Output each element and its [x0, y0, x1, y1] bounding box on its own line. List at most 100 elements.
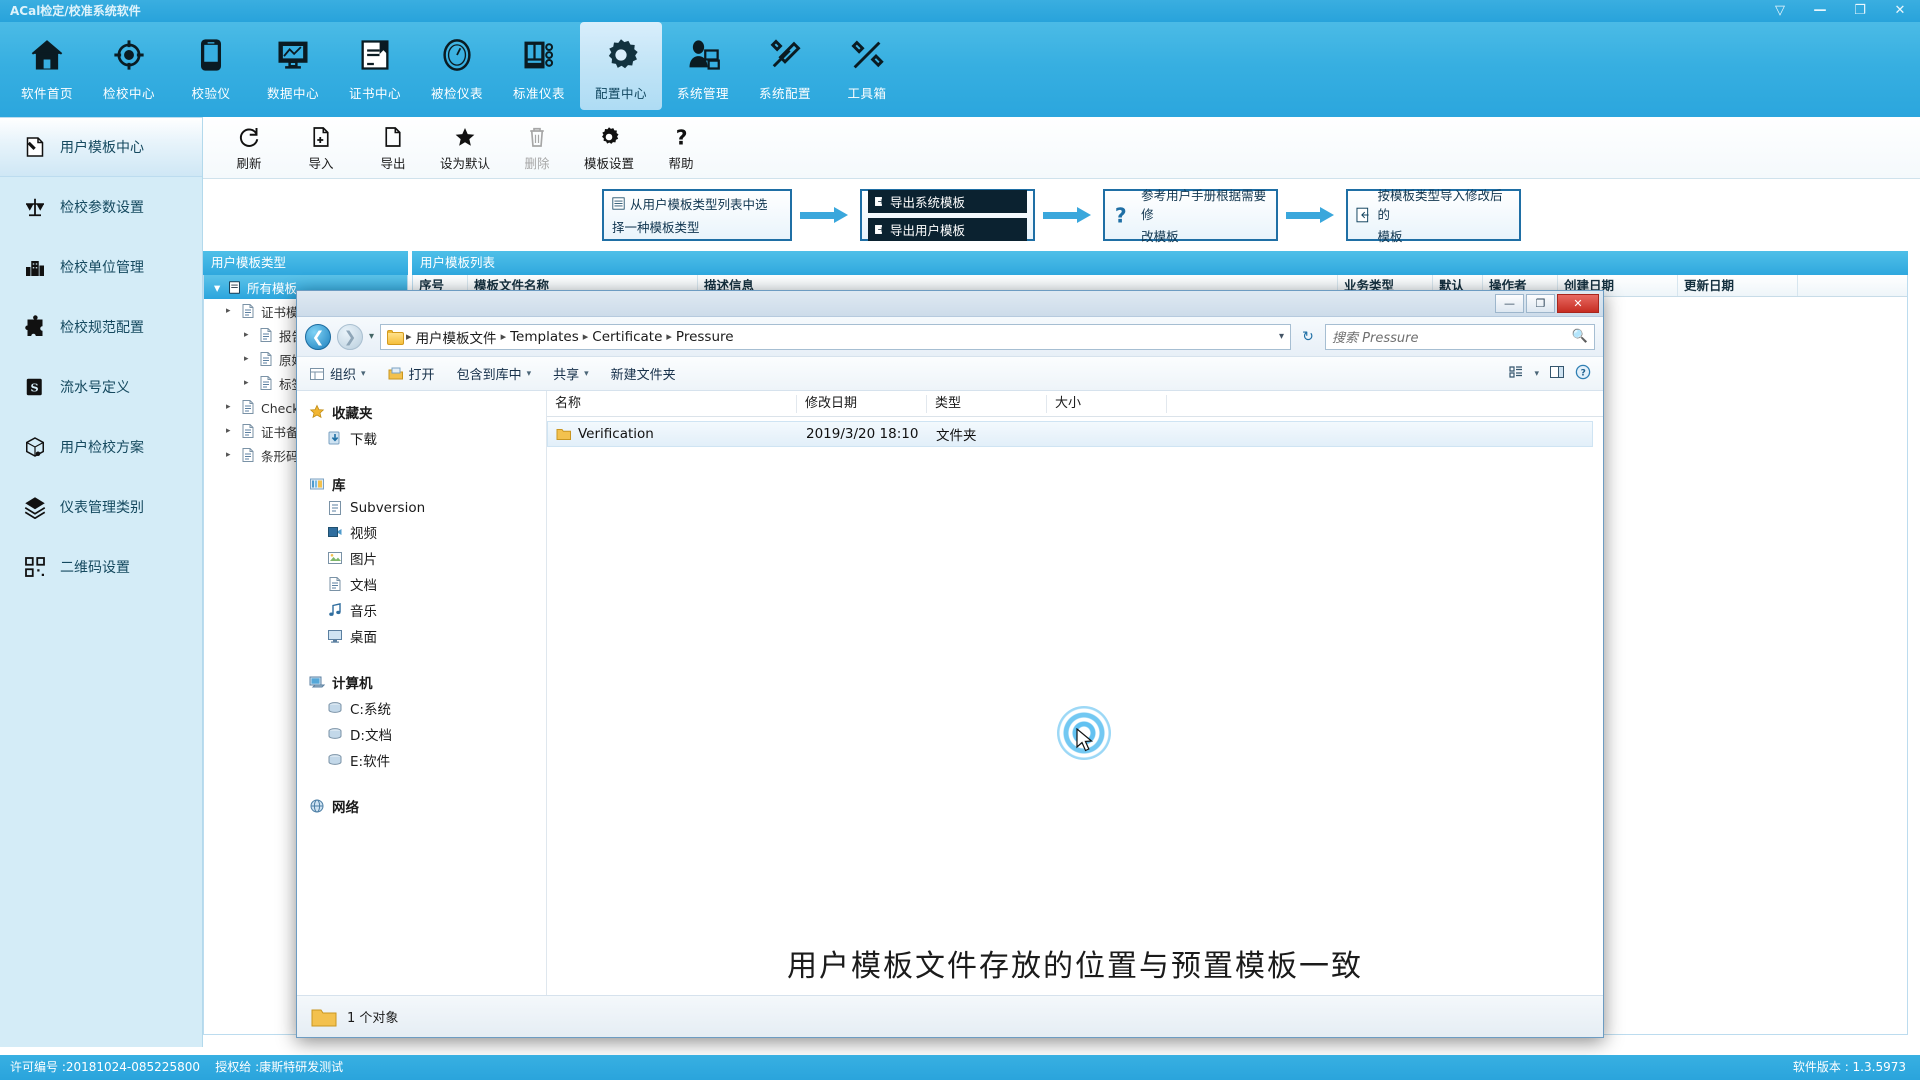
breadcrumb-item-2[interactable]: Certificate	[592, 329, 662, 345]
ribbon-item-9-label: 系统配置	[758, 86, 811, 101]
refresh-icon[interactable]: ↻	[1297, 326, 1319, 348]
breadcrumb[interactable]: ▸ 用户模板文件 ▸ Templates ▸ Certificate ▸ Pressure ▾	[380, 323, 1291, 350]
view-chevron-down-icon[interactable]: ▾	[1534, 369, 1539, 379]
explorer-nav-item-10[interactable]: C:系统	[297, 695, 546, 721]
ribbon-item-0-label: 软件首页	[20, 86, 73, 101]
ribbon-item-5[interactable]: 被检仪表	[416, 22, 498, 110]
explorer-column-header-1[interactable]: 修改日期	[797, 394, 927, 413]
help-icon-button[interactable]: ?	[1575, 364, 1591, 384]
workflow-step-4: 按模板类型导入修改后的 模板	[1346, 188, 1521, 244]
user-computer-icon	[689, 40, 720, 70]
chevron-down-icon-2[interactable]: ▾	[527, 369, 532, 379]
sidebar-item-5[interactable]: 用户检校方案	[0, 417, 202, 477]
chevron-down-icon-3[interactable]: ▾	[584, 369, 589, 379]
ribbon-item-4[interactable]: 证书中心	[334, 22, 416, 110]
ribbon-item-3[interactable]: 数据中心	[252, 22, 334, 110]
tree-expander-icon[interactable]: ▾	[214, 280, 220, 295]
ribbon-item-9[interactable]: 系统配置	[744, 22, 826, 110]
ribbon-item-10[interactable]: 工具箱	[826, 22, 908, 110]
explorer-body: 收藏夹 下载库 Subversion 视频 图片 文档 音乐 桌面计算机 C:系统 D:文档 E:软…	[297, 391, 1603, 995]
help-question-icon: ?	[676, 125, 688, 149]
chevron-down-icon-0[interactable]: ▾	[361, 369, 366, 379]
explorer-command-1[interactable]: 打开	[388, 364, 435, 383]
search-input[interactable]: 搜索 Pressure 🔍	[1325, 323, 1595, 350]
explorer-maximize-button[interactable]: ❐	[1526, 294, 1555, 313]
explorer-nav-item-7[interactable]: 音乐	[297, 597, 546, 623]
explorer-nav-item-12[interactable]: E:软件	[297, 747, 546, 773]
explorer-nav-item-6[interactable]: 文档	[297, 571, 546, 597]
ribbon-item-7[interactable]: 配置中心	[580, 22, 662, 110]
toolbar-button-2[interactable]: 导出	[357, 119, 429, 177]
close-button[interactable]: ✕	[1880, 0, 1920, 22]
explorer-nav-item-0[interactable]: 收藏夹	[297, 399, 546, 425]
preview-pane-icon-button[interactable]	[1549, 364, 1565, 384]
toolbar-button-6[interactable]: ? 帮助	[645, 119, 717, 177]
explorer-nav-item-8[interactable]: 桌面	[297, 623, 546, 649]
explorer-command-3[interactable]: 共享 ▾	[553, 364, 589, 383]
ribbon-item-2[interactable]: 校验仪	[170, 22, 252, 110]
tree-expander-icon-5[interactable]: ▸	[226, 426, 235, 436]
explorer-nav-item-11[interactable]: D:文档	[297, 721, 546, 747]
ribbon-item-0[interactable]: 软件首页	[6, 22, 88, 110]
minimize-ribbon-button[interactable]: ▽	[1760, 0, 1800, 22]
explorer-column-header-3[interactable]: 大小	[1047, 394, 1167, 413]
sidebar-item-6[interactable]: 仪表管理类别	[0, 477, 202, 537]
explorer-command-0[interactable]: 组织 ▾	[309, 364, 366, 383]
tree-node-all-templates-label: 所有模板	[247, 280, 298, 296]
explorer-nav-item-5[interactable]: 图片	[297, 545, 546, 571]
recent-pages-chevron-down-icon[interactable]: ▾	[369, 331, 374, 342]
downloads-icon	[328, 431, 340, 445]
explorer-nav-item-4[interactable]: 视频	[297, 519, 546, 545]
explorer-close-button[interactable]: ✕	[1557, 294, 1599, 313]
workflow-step-2-line-2: 导出用户模板	[868, 217, 1027, 241]
tree-expander-icon-4[interactable]: ▸	[226, 402, 235, 412]
explorer-minimize-button[interactable]: —	[1495, 294, 1524, 313]
sidebar-item-3[interactable]: 检校规范配置	[0, 297, 202, 357]
sidebar-item-2[interactable]: 检校单位管理	[0, 237, 202, 297]
ribbon-item-8[interactable]: 系统管理	[662, 22, 744, 110]
ribbon-item-6[interactable]: 标准仪表	[498, 22, 580, 110]
explorer-column-header-0[interactable]: 名称	[547, 394, 797, 413]
explorer-command-2[interactable]: 包含到库中 ▾	[457, 364, 532, 383]
explorer-nav-item-2[interactable]: 库	[297, 471, 546, 497]
breadcrumb-item-3[interactable]: Pressure	[676, 329, 734, 345]
app-title: ACal检定/校准系统软件	[10, 4, 141, 18]
breadcrumb-chevron-down-icon[interactable]: ▾	[1279, 331, 1284, 342]
breadcrumb-item-0[interactable]: 用户模板文件	[416, 327, 497, 347]
toolbar-button-1[interactable]: 导入	[285, 119, 357, 177]
list-view-icon-button[interactable]	[1508, 364, 1524, 384]
tree-expander-icon-6[interactable]: ▸	[226, 450, 235, 460]
forward-arrow-icon[interactable]: ❯	[337, 323, 363, 350]
sidebar-item-4[interactable]: S 流水号定义	[0, 357, 202, 417]
back-arrow-icon[interactable]: ❮	[305, 323, 331, 350]
maximize-button[interactable]: ❐	[1840, 0, 1880, 22]
explorer-column-header-2[interactable]: 类型	[927, 394, 1047, 413]
tree-expander-icon-1[interactable]: ▸	[244, 330, 253, 340]
explorer-nav-item-13[interactable]: 网络	[297, 793, 546, 819]
template-column-header-7[interactable]: 更新日期	[1678, 275, 1798, 296]
import-file-icon-wrapper	[309, 124, 333, 150]
explorer-nav-item-3[interactable]: Subversion	[297, 497, 546, 519]
target-icon	[114, 40, 144, 70]
file-row-0[interactable]: Verification 2019/3/20 18:10 文件夹	[547, 421, 1593, 447]
instrument-rack-icon	[524, 41, 554, 69]
trash-icon	[530, 127, 544, 147]
breadcrumb-item-1[interactable]: Templates	[510, 329, 579, 345]
tree-expander-icon-0[interactable]: ▸	[226, 306, 235, 316]
sidebar-item-0[interactable]: 用户模板中心	[0, 117, 202, 177]
explorer-nav-item-9[interactable]: 计算机	[297, 669, 546, 695]
explorer-nav-item-1[interactable]: 下载	[297, 425, 546, 451]
tree-expander-icon-3[interactable]: ▸	[244, 378, 253, 388]
sidebar-item-1[interactable]: 检校参数设置	[0, 177, 202, 237]
ribbon-item-1[interactable]: 检校中心	[88, 22, 170, 110]
minimize-button[interactable]: —	[1800, 0, 1840, 22]
tree-expander-icon-2[interactable]: ▸	[244, 354, 253, 364]
toolbar-button-3-label: 设为默认	[439, 155, 490, 171]
toolbar-button-3[interactable]: 设为默认	[429, 119, 501, 177]
toolbar-button-0[interactable]: 刷新	[213, 119, 285, 177]
sidebar-item-7[interactable]: 二维码设置	[0, 537, 202, 597]
toolbar-button-5[interactable]: 模板设置	[573, 119, 645, 177]
breadcrumb-items: ▸ 用户模板文件 ▸ Templates ▸ Certificate ▸ Pressure	[406, 327, 734, 347]
explorer-command-4[interactable]: 新建文件夹	[611, 364, 676, 383]
video-icon	[328, 527, 342, 537]
